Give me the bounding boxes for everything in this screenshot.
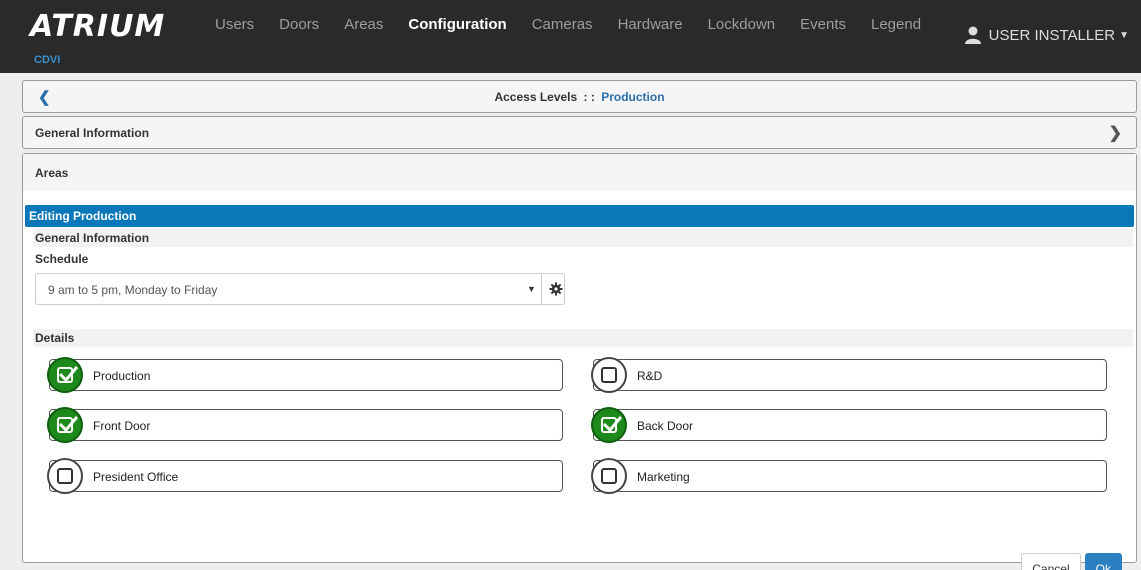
dropdown-caret-icon[interactable]: ▼ <box>527 284 536 294</box>
cdvi-logo-text: CDVI <box>34 54 61 66</box>
cancel-button[interactable]: Cancel <box>1021 553 1081 570</box>
nav-areas[interactable]: Areas <box>344 16 383 33</box>
area-name: Production <box>93 369 151 383</box>
checkbox-badge[interactable] <box>47 357 83 393</box>
checkbox-icon <box>601 468 617 484</box>
checkbox-icon <box>601 367 617 383</box>
area-name: Back Door <box>637 419 694 433</box>
user-name: USER INSTALLER <box>988 26 1116 44</box>
areas-panel: Areas Editing Production General Informa… <box>22 153 1137 570</box>
nav-lockdown[interactable]: Lockdown <box>708 16 776 33</box>
user-menu[interactable]: USER INSTALLER ▼ <box>964 26 1129 44</box>
schedule-label: Schedule <box>35 252 89 266</box>
checkbox-badge[interactable] <box>591 458 627 494</box>
main-nav: Users Doors Areas Configuration Cameras … <box>215 16 946 33</box>
checkbox-badge[interactable] <box>591 407 627 443</box>
title-prefix: Access Levels <box>494 90 578 104</box>
areas-header: Areas <box>23 154 1136 190</box>
checkmark-icon <box>602 416 622 433</box>
area-item-rnd[interactable]: R&D <box>591 357 1107 393</box>
area-item-front-door[interactable]: Front Door <box>47 407 563 443</box>
nav-legend[interactable]: Legend <box>871 16 921 33</box>
area-item-back-door[interactable]: Back Door <box>591 407 1107 443</box>
general-information-label: General Information <box>35 126 150 140</box>
top-navbar: ATRIUM CDVI Users Doors Areas Configurat… <box>0 0 1141 73</box>
form-actions: Cancel Ok <box>1021 553 1122 570</box>
general-information-panel[interactable]: General Information ❯ <box>22 116 1137 149</box>
checkmark-icon <box>58 416 78 433</box>
checkbox-badge[interactable] <box>47 407 83 443</box>
schedule-select[interactable]: 9 am to 5 pm, Monday to Friday ▼ <box>35 273 565 305</box>
area-item-president-office[interactable]: President Office <box>47 458 563 494</box>
area-item-marketing[interactable]: Marketing <box>591 458 1107 494</box>
area-item-production[interactable]: Production <box>47 357 563 393</box>
access-level-header: ❮ Access Levels : : Production <box>22 80 1137 113</box>
editing-bar: Editing Production <box>25 205 1134 227</box>
ok-button[interactable]: Ok <box>1084 553 1122 570</box>
area-name: Front Door <box>93 419 151 433</box>
nav-doors[interactable]: Doors <box>279 16 319 33</box>
checkbox-badge[interactable] <box>591 357 627 393</box>
title-separator: : : <box>583 90 595 104</box>
chevron-right-icon[interactable]: ❯ <box>1109 123 1122 143</box>
caret-down-icon: ▼ <box>1119 29 1129 41</box>
title-link[interactable]: Production <box>601 90 664 104</box>
schedule-value[interactable]: 9 am to 5 pm, Monday to Friday <box>48 283 217 297</box>
checkmark-icon <box>58 366 78 383</box>
nav-events[interactable]: Events <box>800 16 846 33</box>
checkbox-badge[interactable] <box>47 458 83 494</box>
checkbox-icon <box>57 468 73 484</box>
general-info-section: General Information <box>33 229 1133 247</box>
nav-cameras[interactable]: Cameras <box>532 16 593 33</box>
atrium-logo[interactable]: ATRIUM <box>30 12 165 42</box>
area-name: Marketing <box>637 470 690 484</box>
gear-icon[interactable] <box>549 282 563 296</box>
user-icon <box>964 26 981 44</box>
nav-configuration[interactable]: Configuration <box>408 16 506 33</box>
area-name: President Office <box>93 470 179 484</box>
nav-hardware[interactable]: Hardware <box>618 16 683 33</box>
page-title: Access Levels : : Production <box>23 90 1136 104</box>
area-name: R&D <box>637 369 663 383</box>
details-section: Details <box>33 329 1133 347</box>
nav-users[interactable]: Users <box>215 16 254 33</box>
divider <box>541 274 542 304</box>
